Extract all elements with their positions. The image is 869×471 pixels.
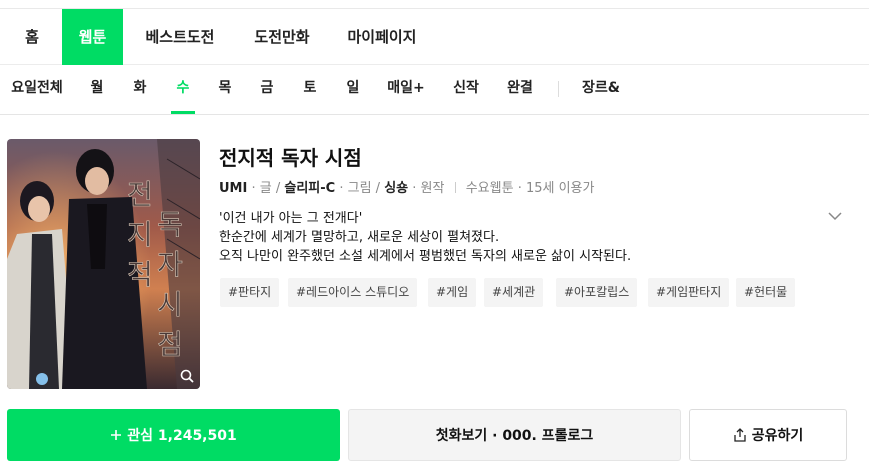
chevron-down-icon[interactable]: [828, 211, 842, 221]
favorite-button[interactable]: 관심 1,245,501: [7, 409, 340, 461]
top-nav: 홈 웹툰 베스트도전 도전만화 마이페이지: [0, 8, 869, 65]
thumbnail-title-char: 전: [127, 178, 153, 211]
tab-divider: [558, 81, 559, 97]
day-tabs: 요일전체 월 화 수 목 금 토 일 매일+ 신작 완결 장르&: [0, 65, 869, 115]
original-role: · 원작: [412, 181, 445, 196]
share-label: 공유하기: [751, 428, 804, 444]
tab-thu[interactable]: 목: [213, 65, 237, 114]
description-line: 한순간에 세계가 멸망하고, 새로운 세상이 펼쳐졌다.: [219, 230, 500, 245]
first-episode-label: 첫화보기 · 000. 프롤로그: [435, 428, 594, 444]
tab-completed[interactable]: 완결: [502, 65, 538, 114]
nav-webtoon[interactable]: 웹툰: [62, 9, 123, 65]
comic-meta: UMI · 글 / 슬리피-C · 그림 / 싱숑 · 원작 수요웹툰 · 15…: [219, 177, 594, 196]
first-episode-button[interactable]: 첫화보기 · 000. 프롤로그: [348, 409, 681, 461]
thumbnail-title-char: 적: [127, 258, 153, 291]
nav-home[interactable]: 홈: [7, 9, 57, 65]
original-author-name[interactable]: 싱숑: [384, 181, 408, 196]
tab-tue[interactable]: 화: [128, 65, 152, 114]
tag-chip[interactable]: #게임: [428, 278, 477, 307]
tag-chip[interactable]: #아포칼립스: [556, 278, 638, 307]
tab-mon[interactable]: 월: [85, 65, 109, 114]
description-line: 오직 나만이 완주했던 소설 세계에서 평범했던 독자의 새로운 삶이 시작된다…: [219, 249, 632, 264]
tag-chip[interactable]: #세계관: [484, 278, 544, 307]
comic-title: 전지적 독자 시점: [219, 146, 362, 170]
comic-thumbnail[interactable]: 전 지 적 독 자 시 점: [7, 139, 200, 389]
tag-chip[interactable]: #게임판타지: [648, 278, 730, 307]
thumbnail-artwork: 전 지 적 독 자 시 점: [7, 139, 200, 389]
tab-genre[interactable]: 장르&: [578, 65, 624, 114]
tab-wed[interactable]: 수: [171, 65, 195, 114]
tab-all-days[interactable]: 요일전체: [7, 65, 67, 114]
tab-daily-plus[interactable]: 매일+: [383, 65, 429, 114]
thumbnail-title-char: 독: [157, 208, 183, 241]
nav-best-challenge[interactable]: 베스트도전: [137, 9, 223, 65]
zoom-icon[interactable]: [178, 367, 196, 385]
description-line: '이건 내가 아는 그 전개다': [219, 211, 363, 226]
nav-challenge[interactable]: 도전만화: [245, 9, 319, 65]
share-button[interactable]: 공유하기: [689, 409, 847, 461]
artist-role: · 그림 /: [339, 181, 381, 196]
tag-chip[interactable]: #헌터물: [736, 278, 796, 307]
comic-description: '이건 내가 아는 그 전개다' 한순간에 세계가 멸망하고, 새로운 세상이 …: [219, 209, 631, 266]
tab-new[interactable]: 신작: [448, 65, 484, 114]
meta-divider: [454, 182, 456, 193]
nav-mypage[interactable]: 마이페이지: [340, 9, 424, 65]
writer-role: · 글 /: [251, 181, 281, 196]
tag-chip[interactable]: #판타지: [220, 278, 280, 307]
share-icon: [733, 428, 747, 442]
favorite-label: 관심 1,245,501: [127, 428, 237, 444]
thumbnail-title-char: 점: [157, 328, 183, 361]
schedule-age: 수요웹툰 · 15세 이용가: [465, 181, 595, 196]
thumbnail-title-char: 자: [157, 248, 183, 281]
thumbnail-title-char: 시: [157, 288, 183, 321]
tab-fri[interactable]: 금: [255, 65, 279, 114]
thumbnail-title-char: 지: [127, 218, 153, 251]
writer-name[interactable]: UMI: [219, 181, 247, 196]
plus-icon: [110, 429, 122, 441]
artist-name[interactable]: 슬리피-C: [284, 181, 335, 196]
tab-sun[interactable]: 일: [341, 65, 365, 114]
tag-chip[interactable]: #레드아이스 스튜디오: [288, 278, 418, 307]
tab-sat[interactable]: 토: [298, 65, 322, 114]
